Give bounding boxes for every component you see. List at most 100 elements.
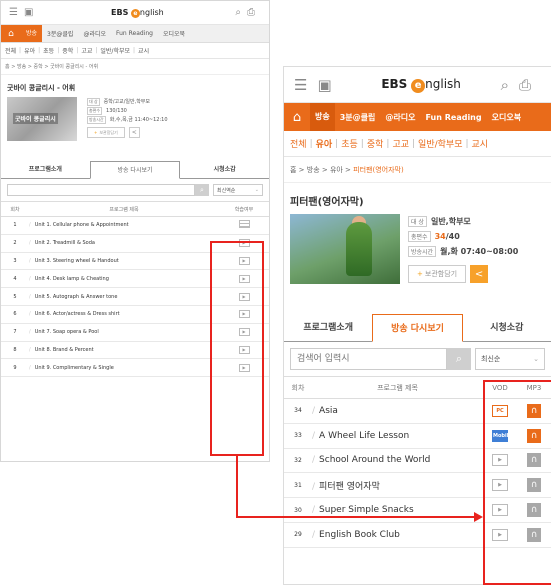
program-meta: 대 상 일반,학부모 총편수 34/40 방송시간 월,화 07:40~08:00 +… [400, 214, 545, 304]
subnav-item[interactable]: 유아 [24, 46, 35, 55]
site-logo[interactable]: EBS e nglish [342, 77, 501, 93]
episode-title[interactable]: / A Wheel Life Lesson [312, 423, 483, 449]
search-icon[interactable]: ⌕ [501, 76, 509, 94]
program-thumbnail: 굿바이 콩글리시 [7, 97, 77, 141]
search-input[interactable] [290, 348, 447, 370]
nav-item[interactable]: @라디오 [380, 112, 420, 123]
tab-program-intro[interactable]: 프로그램소개 [1, 161, 90, 178]
episode-number: 30 [284, 497, 312, 523]
episode-title[interactable]: / School Around the World [312, 448, 483, 474]
episode-title[interactable]: / Super Simple Snacks [312, 497, 483, 523]
thumbnail-caption: 굿바이 콩글리시 [13, 113, 58, 124]
print-icon[interactable]: ⎙ [247, 7, 255, 18]
hamburger-icon[interactable]: ☰ [294, 76, 307, 94]
breadcrumb: 홈 > 방송 > 유아 > 피터팬(영어자막) [284, 157, 551, 183]
nav-item[interactable]: 3분@클립 [335, 112, 381, 123]
episode-number: 9 [1, 358, 29, 378]
episode-title[interactable]: / Unit 6. Actor/actress & Dress shirt [29, 305, 219, 324]
nav-item[interactable]: 방송 [21, 25, 43, 42]
calendar-icon[interactable]: ▣ [317, 76, 331, 94]
meta-key: 대 상 [408, 216, 427, 227]
subnav-item[interactable]: 일반/학부모 [418, 137, 462, 150]
sort-select[interactable]: 최신역순 ⌄ [213, 184, 263, 196]
table-row[interactable]: 1/Unit 1. Cellular phone & Appointment [1, 216, 269, 235]
episode-title[interactable]: / 피터팬 영어자막 [312, 472, 483, 499]
episode-title[interactable]: / Unit 1. Cellular phone & Appointment [29, 216, 219, 235]
meta-value: 130/130 [106, 107, 127, 114]
nav-item[interactable]: 오디오북 [487, 112, 526, 123]
subnav-item[interactable]: 전체 [5, 46, 16, 55]
save-to-library-button[interactable]: + 보관함담기 [87, 127, 125, 138]
tab-replay[interactable]: 방송 다시보기 [372, 314, 463, 342]
subnav-item[interactable]: 일반/학부모 [100, 46, 130, 55]
save-to-library-button[interactable]: + 보관함담기 [408, 265, 467, 283]
program-title: 굿바이 콩글리시 - 어휘 [7, 84, 76, 92]
episode-title[interactable]: / Unit 3. Steering wheel & Handout [29, 252, 219, 271]
subnav-item[interactable]: 교시 [138, 46, 149, 55]
subnav-item[interactable]: 중학 [367, 137, 384, 150]
subnav-item[interactable]: 고교 [392, 137, 409, 150]
sort-select[interactable]: 최신순 ⌄ [475, 348, 545, 370]
meta-key: 총편수 [408, 231, 431, 242]
meta-key: 대 상 [87, 97, 100, 106]
episode-title[interactable]: / Unit 9. Complimentary & Single [29, 358, 219, 378]
program-info: 굿바이 콩글리시 대 상 중학/고교/일반,학부모 총편수 130/130 방송시간… [1, 97, 269, 155]
nav-item[interactable]: 3분@클립 [42, 29, 78, 38]
episode-title[interactable]: / Unit 7. Soap opera & Pool [29, 323, 219, 342]
print-icon[interactable]: ⎙ [519, 76, 531, 94]
search-icon[interactable]: ⌕ [447, 348, 471, 370]
episode-number: 4 [1, 269, 29, 289]
episode-title[interactable]: / English Book Club [312, 522, 483, 548]
episode-title[interactable]: / Unit 8. Brand & Percent [29, 341, 219, 360]
nav-item[interactable]: 방송 [310, 103, 335, 131]
episode-number: 2 [1, 234, 29, 253]
study-status-cell[interactable] [219, 216, 269, 235]
episode-title[interactable]: / Asia [312, 398, 483, 424]
search-bar: ⌕ 최신역순 ⌄ [1, 179, 269, 201]
episode-number: 5 [1, 287, 29, 306]
episode-number: 3 [1, 252, 29, 271]
search-bar: ⌕ 최신순⌄ [284, 342, 551, 376]
search-icon[interactable]: ⌕ [235, 7, 241, 18]
tab-bar: 프로그램소개 방송 다시보기 시청소감 [284, 314, 551, 342]
hamburger-icon[interactable]: ☰ [9, 7, 18, 18]
home-icon[interactable]: ⌂ [1, 25, 21, 42]
search-icon[interactable]: ⌕ [195, 184, 209, 196]
home-icon[interactable]: ⌂ [284, 103, 310, 131]
meta-value: 34/40 [434, 232, 460, 241]
episode-number: 34 [284, 398, 312, 424]
breadcrumb-current: 피터팬(영어자막) [353, 166, 404, 174]
subnav-item[interactable]: 초등 [43, 46, 54, 55]
column-header: 프로그램 제목 [29, 201, 219, 217]
share-icon[interactable]: < [128, 127, 140, 138]
tab-bar: 프로그램소개 방송 다시보기 시청소감 [1, 161, 269, 179]
nav-item[interactable]: Fun Reading [111, 30, 158, 37]
subnav-item[interactable]: 전체 [290, 137, 307, 150]
tab-reviews[interactable]: 시청소감 [180, 161, 269, 178]
episode-title[interactable]: / Unit 4. Desk lamp & Cheating [29, 269, 219, 289]
tab-program-intro[interactable]: 프로그램소개 [284, 314, 372, 341]
episode-title[interactable]: / Unit 2. Treadmill & Soda [29, 234, 219, 253]
episode-title[interactable]: / Unit 5. Autograph & Answer tone [29, 287, 219, 306]
connector-line-across [236, 516, 474, 518]
subnav-item[interactable]: 교시 [472, 137, 489, 150]
nav-item[interactable]: @라디오 [78, 29, 111, 38]
program-title: 피터팬(영어자막) [290, 197, 364, 208]
meta-key: 총편수 [87, 106, 103, 115]
calendar-icon[interactable]: ▣ [24, 7, 33, 18]
document-icon[interactable] [238, 220, 250, 229]
share-icon[interactable]: < [470, 265, 489, 283]
subnav-item[interactable]: 초등 [341, 137, 358, 150]
tab-replay[interactable]: 방송 다시보기 [89, 161, 181, 179]
search-input[interactable] [7, 184, 195, 196]
subnav-item[interactable]: 중학 [62, 46, 73, 55]
subnav-item[interactable]: 고교 [81, 46, 92, 55]
episode-number: 31 [284, 472, 312, 499]
nav-item[interactable]: Fun Reading [420, 113, 486, 122]
tab-reviews[interactable]: 시청소감 [463, 314, 551, 341]
site-logo[interactable]: EBS e nglish [39, 8, 235, 18]
nav-item[interactable]: 오디오북 [158, 29, 190, 38]
column-header: 학습여부 [219, 201, 269, 217]
meta-key: 방송시간 [408, 246, 437, 257]
subnav-item[interactable]: 유아 [316, 137, 333, 150]
